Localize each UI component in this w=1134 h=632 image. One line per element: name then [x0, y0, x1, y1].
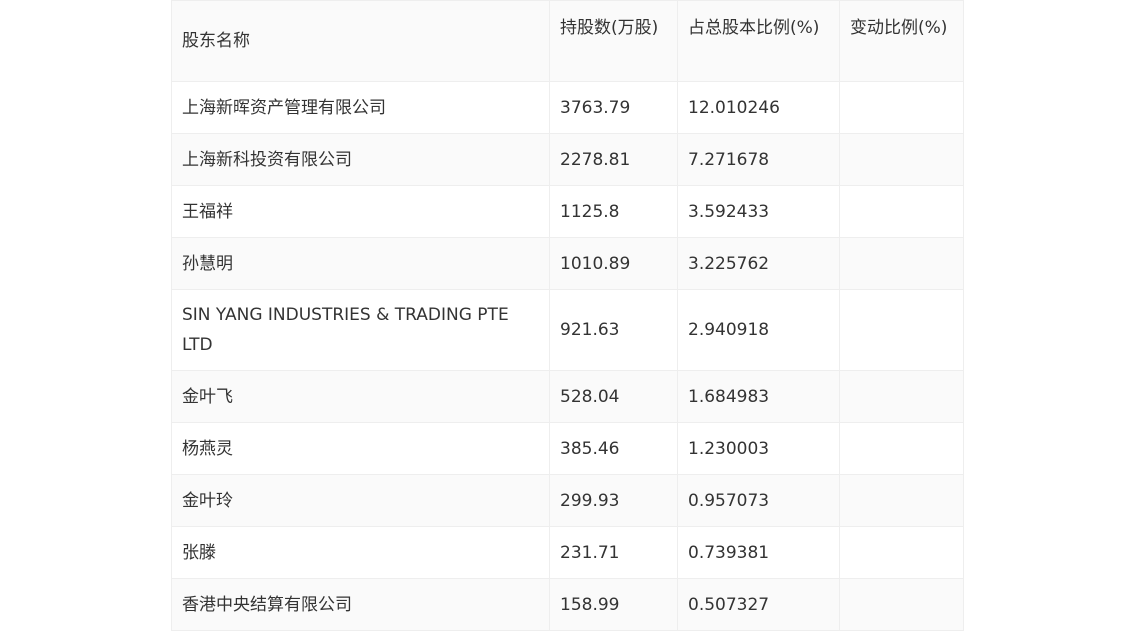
cell-change-ratio	[839, 370, 964, 423]
shareholder-table-container: 股东名称 持股数(万股) 占总股本比例(%) 变动比例(%) 上海新晖资产管理有…	[171, 0, 964, 631]
table-row: 金叶玲 299.93 0.957073	[171, 474, 964, 527]
cell-shareholder-name: 孙慧明	[171, 237, 550, 290]
cell-change-ratio	[839, 133, 964, 186]
cell-change-ratio	[839, 289, 964, 371]
cell-share-ratio: 0.507327	[677, 578, 840, 631]
cell-shares-held: 921.63	[549, 289, 678, 371]
table-row: 张滕 231.71 0.739381	[171, 526, 964, 579]
cell-shares-held: 3763.79	[549, 81, 678, 134]
cell-shareholder-name: 张滕	[171, 526, 550, 579]
header-shares-held: 持股数(万股)	[549, 0, 678, 82]
cell-change-ratio	[839, 185, 964, 238]
table-row: SIN YANG INDUSTRIES & TRADING PTE LTD 92…	[171, 289, 964, 371]
cell-share-ratio: 3.225762	[677, 237, 840, 290]
cell-share-ratio: 1.230003	[677, 422, 840, 475]
table-row: 孙慧明 1010.89 3.225762	[171, 237, 964, 290]
table-row: 上海新科投资有限公司 2278.81 7.271678	[171, 133, 964, 186]
cell-shares-held: 158.99	[549, 578, 678, 631]
cell-shareholder-name: SIN YANG INDUSTRIES & TRADING PTE LTD	[171, 289, 550, 371]
table-row: 杨燕灵 385.46 1.230003	[171, 422, 964, 475]
header-change-ratio: 变动比例(%)	[839, 0, 964, 82]
table-header: 股东名称 持股数(万股) 占总股本比例(%) 变动比例(%)	[171, 0, 964, 82]
table-row: 上海新晖资产管理有限公司 3763.79 12.010246	[171, 81, 964, 134]
cell-change-ratio	[839, 474, 964, 527]
table-row: 王福祥 1125.8 3.592433	[171, 185, 964, 238]
cell-share-ratio: 12.010246	[677, 81, 840, 134]
cell-shares-held: 1125.8	[549, 185, 678, 238]
header-shareholder-name: 股东名称	[171, 0, 550, 82]
cell-shares-held: 1010.89	[549, 237, 678, 290]
cell-share-ratio: 2.940918	[677, 289, 840, 371]
header-row: 股东名称 持股数(万股) 占总股本比例(%) 变动比例(%)	[171, 0, 964, 82]
cell-change-ratio	[839, 578, 964, 631]
shareholder-table: 股东名称 持股数(万股) 占总股本比例(%) 变动比例(%) 上海新晖资产管理有…	[171, 0, 964, 631]
cell-share-ratio: 3.592433	[677, 185, 840, 238]
table-body: 上海新晖资产管理有限公司 3763.79 12.010246 上海新科投资有限公…	[171, 81, 964, 631]
cell-shares-held: 299.93	[549, 474, 678, 527]
cell-shares-held: 231.71	[549, 526, 678, 579]
cell-shareholder-name: 金叶飞	[171, 370, 550, 423]
cell-shareholder-name: 上海新科投资有限公司	[171, 133, 550, 186]
cell-change-ratio	[839, 81, 964, 134]
cell-shareholder-name: 杨燕灵	[171, 422, 550, 475]
cell-shareholder-name: 上海新晖资产管理有限公司	[171, 81, 550, 134]
cell-change-ratio	[839, 237, 964, 290]
cell-share-ratio: 7.271678	[677, 133, 840, 186]
cell-shareholder-name: 王福祥	[171, 185, 550, 238]
cell-shares-held: 528.04	[549, 370, 678, 423]
cell-change-ratio	[839, 422, 964, 475]
table-row: 金叶飞 528.04 1.684983	[171, 370, 964, 423]
table-row: 香港中央结算有限公司 158.99 0.507327	[171, 578, 964, 631]
cell-share-ratio: 0.739381	[677, 526, 840, 579]
cell-share-ratio: 1.684983	[677, 370, 840, 423]
cell-shares-held: 2278.81	[549, 133, 678, 186]
cell-shareholder-name: 香港中央结算有限公司	[171, 578, 550, 631]
cell-shareholder-name: 金叶玲	[171, 474, 550, 527]
header-share-ratio: 占总股本比例(%)	[677, 0, 840, 82]
cell-share-ratio: 0.957073	[677, 474, 840, 527]
cell-change-ratio	[839, 526, 964, 579]
cell-shares-held: 385.46	[549, 422, 678, 475]
